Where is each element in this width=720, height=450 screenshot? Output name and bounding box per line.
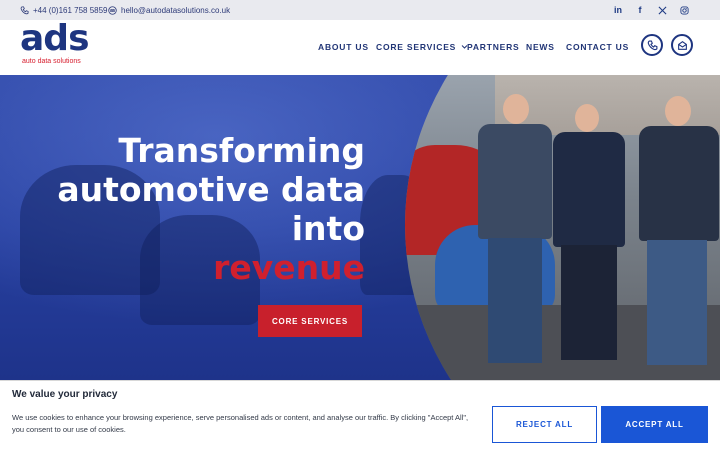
phone-icon: [20, 5, 29, 14]
mail-icon: [108, 5, 117, 15]
facebook-icon[interactable]: f: [634, 4, 646, 16]
nav-partners[interactable]: PARTNERS: [467, 42, 520, 52]
top-bar: +44 (0)161 758 5859 hello@autodatasoluti…: [0, 0, 720, 20]
nav-core-services[interactable]: CORE SERVICES: [376, 42, 468, 52]
phone-icon: [647, 40, 657, 50]
topbar-phone[interactable]: +44 (0)161 758 5859: [20, 0, 108, 20]
topbar-phone-text: +44 (0)161 758 5859: [33, 5, 108, 15]
instagram-icon[interactable]: [678, 4, 690, 16]
hero-heading-line2: automotive data: [57, 170, 365, 209]
nav-news[interactable]: NEWS: [526, 42, 555, 52]
cookie-banner: We value your privacy We use cookies to …: [0, 380, 720, 450]
nav-about-us[interactable]: ABOUT US: [318, 42, 369, 52]
hero-heading-line1: Transforming: [118, 131, 365, 170]
x-icon[interactable]: [656, 4, 668, 16]
hero-heading-accent: revenue: [213, 248, 365, 287]
cookie-title: We value your privacy: [12, 389, 118, 400]
reject-all-button[interactable]: REJECT ALL: [492, 406, 597, 443]
person-middle: [535, 100, 635, 370]
header-phone-button[interactable]: [641, 34, 663, 56]
hero-section: Transforming automotive data into revenu…: [0, 75, 720, 380]
cookie-text: We use cookies to enhance your browsing …: [12, 413, 469, 434]
person-right: [635, 90, 720, 370]
site-logo[interactable]: ads auto data solutions: [20, 18, 100, 70]
site-header: ads auto data solutions ABOUT US CORE SE…: [0, 18, 720, 75]
linkedin-icon[interactable]: in: [612, 4, 624, 16]
topbar-email-text: hello@autodatasolutions.co.uk: [121, 5, 231, 15]
hero-heading: Transforming automotive data into revenu…: [57, 131, 365, 287]
accept-all-button[interactable]: ACCEPT ALL: [601, 406, 708, 443]
header-mail-button[interactable]: [671, 34, 693, 56]
topbar-email[interactable]: hello@autodatasolutions.co.uk: [108, 0, 230, 20]
core-services-button[interactable]: CORE SERVICES: [258, 305, 362, 337]
nav-core-services-label: CORE SERVICES: [376, 42, 457, 52]
hero-heading-line3: into: [291, 209, 365, 248]
team-photo: [405, 75, 720, 380]
logo-mark: ads: [20, 18, 89, 59]
logo-tagline: auto data solutions: [22, 58, 81, 65]
mail-icon: [677, 40, 687, 50]
nav-contact-us[interactable]: CONTACT US: [566, 42, 629, 52]
